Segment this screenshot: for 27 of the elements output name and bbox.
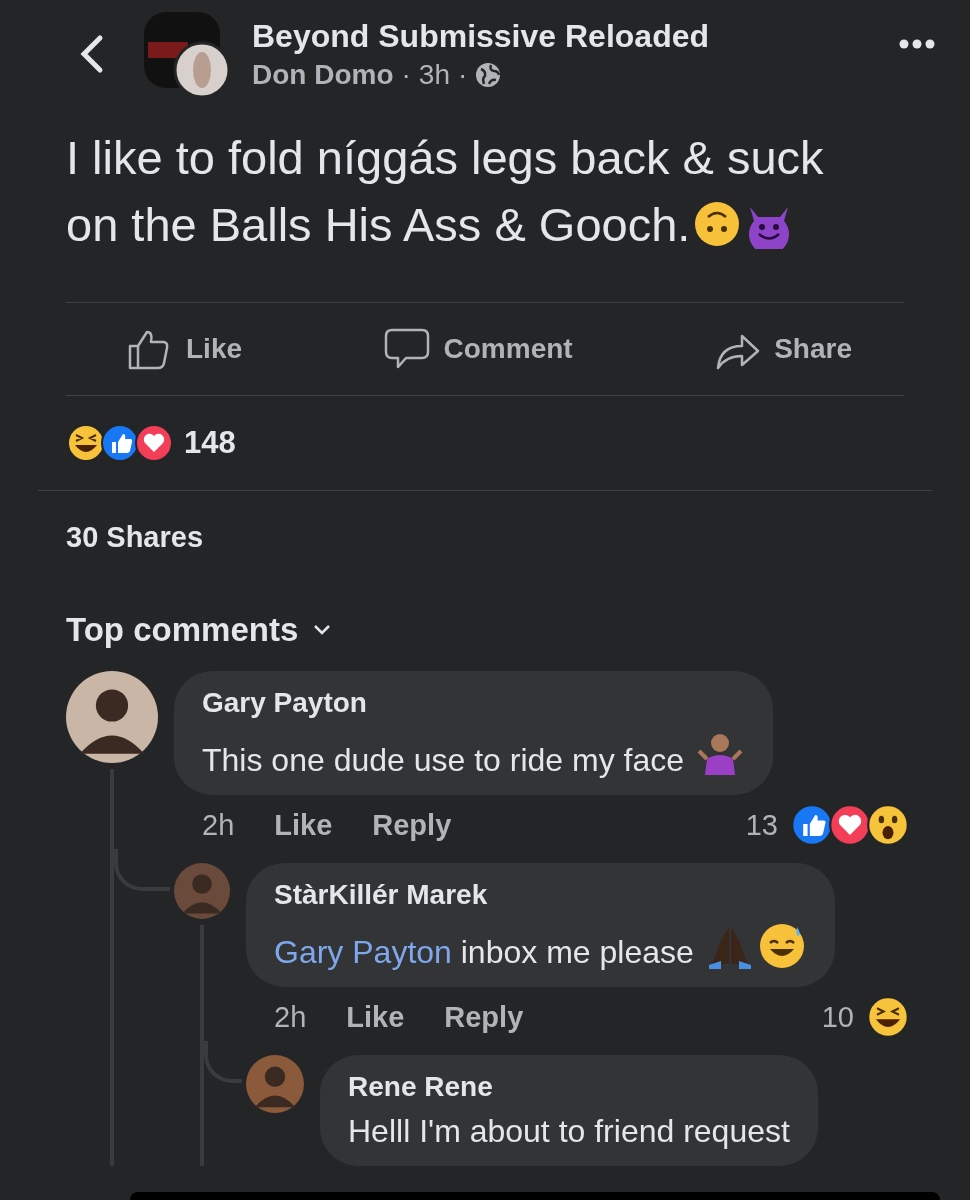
reaction-count: 13 [745, 808, 778, 842]
comment-author[interactable]: Rene Rene [348, 1071, 790, 1103]
comment-action[interactable]: Reply [444, 1000, 524, 1034]
comment-text: Gary Payton inbox me please [274, 921, 807, 971]
mention-link[interactable]: Gary Payton [274, 934, 452, 970]
top-comments-dropdown[interactable]: Top comments [66, 611, 333, 649]
reaction-count[interactable]: 148 [184, 425, 236, 461]
post-text: I like to fold níggás legs back & suck on the Balls His Ass & Gooch. [65, 130, 825, 253]
comment-button[interactable]: Comment [383, 326, 573, 372]
comment-author[interactable]: Gary Payton [202, 687, 745, 719]
like-button[interactable]: Like [126, 326, 243, 372]
shares-count[interactable]: 30 Shares [0, 491, 970, 581]
comment-action[interactable]: Like [274, 808, 333, 842]
post-time: 3h [418, 58, 450, 91]
reaction-count: 10 [821, 1000, 854, 1034]
comment-action[interactable]: Like [346, 1000, 405, 1034]
comment-author[interactable]: StàrKillér Marek [274, 879, 807, 911]
comment-time: 2h [202, 808, 235, 842]
comment-action[interactable]: Reply [372, 808, 452, 842]
comment-text: This one dude use to ride my face [202, 729, 745, 779]
separator: · [401, 58, 411, 91]
separator: · [458, 58, 468, 91]
author-name[interactable]: Don Domo [252, 58, 394, 91]
comment-text: Helll I'm about to friend request [348, 1113, 790, 1150]
comment-time: 2h [274, 1000, 307, 1034]
share-button[interactable]: Share [714, 326, 852, 372]
page-name[interactable]: Beyond Submissive Reloaded [252, 17, 882, 55]
